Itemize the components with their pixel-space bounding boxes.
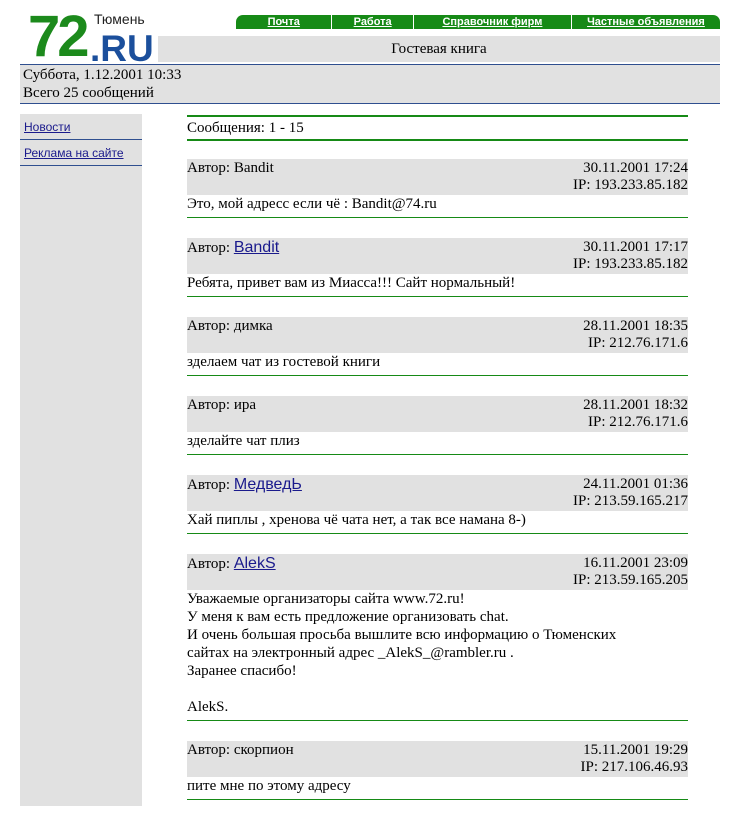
message-line [187, 680, 688, 698]
author-name: Bandit [233, 160, 274, 176]
message-header: Автор: AlekS 16.11.2001 23:09 IP: 213.59.1… [187, 554, 688, 590]
message-ip: IP: 193.233.85.182 [572, 177, 688, 193]
page-title-bar: Гостевая книга [158, 36, 720, 62]
author-link[interactable]: Bandit [234, 239, 279, 256]
author-prefix: Автор: [187, 742, 234, 758]
message-list: Автор: Bandit 30.11.2001 17:24 IP: 193.233… [187, 159, 688, 800]
message-ip: IP: 212.76.171.6 [587, 335, 688, 351]
message-date: 16.11.2001 23:09 [583, 555, 688, 571]
guestbook-message: Автор: скорпион 15.11.2001 19:29 IP: 217.1… [187, 741, 688, 800]
message-date: 30.11.2001 17:24 [583, 160, 688, 176]
nav-link-jobs[interactable]: Работа [331, 15, 413, 29]
sidebar-item-advertising: Реклама на сайте [20, 140, 142, 166]
nav-link-mail[interactable]: Почта [236, 15, 331, 29]
message-line: Заранее спасибо! [187, 663, 297, 679]
nav-link-companies[interactable]: Справочник фирм [412, 15, 571, 29]
message-header: Автор: скорпион 15.11.2001 19:29 IP: 217.1… [187, 741, 688, 777]
message-author: Автор: димка [187, 318, 273, 335]
author-name: скорпион [233, 742, 294, 758]
author-prefix: Автор: [187, 556, 234, 572]
message-header: Автор: ира 28.11.2001 18:32 IP: 212.76.171… [187, 396, 688, 432]
message-line: зделаем чат из гостевой книги [187, 354, 381, 370]
message-ip: IP: 217.106.46.93 [580, 759, 688, 775]
sidebar-link-news[interactable]: Новости [24, 120, 70, 134]
author-prefix: Автор: [187, 397, 234, 413]
message-date: 28.11.2001 18:35 [583, 318, 688, 334]
message-body: Это, мой адресс если чё : Bandit@74.ru [187, 195, 688, 218]
message-ip: IP: 193.233.85.182 [572, 256, 688, 272]
message-author: Автор: МедведЬ [187, 476, 302, 494]
logo-domain: .RU [90, 28, 154, 69]
author-link[interactable]: AlekS [234, 555, 276, 572]
message-line: Это, мой адресс если чё : Bandit@74.ru [187, 196, 437, 212]
nav-link-classifieds[interactable]: Частные объявления [570, 15, 720, 29]
sidebar: Новости Реклама на сайте [20, 114, 142, 806]
message-line: Ребята, привет вам из Миасса!!! Сайт нор… [187, 275, 516, 291]
message-date: 28.11.2001 18:32 [583, 397, 688, 413]
message-ip: IP: 212.76.171.6 [587, 414, 688, 430]
current-date: Суббота, 1.12.2001 10:33 [23, 67, 182, 83]
logo-city: Тюмень [94, 11, 145, 27]
guestbook-message: Автор: ира 28.11.2001 18:32 IP: 212.76.171… [187, 396, 688, 455]
message-line: И очень большая просьба вышлите всю инфо… [187, 627, 617, 643]
message-line: У меня к вам есть предложение организова… [187, 609, 509, 625]
logo-number: 72 [28, 4, 89, 69]
message-body: зделаем чат из гостевой книги [187, 353, 688, 376]
message-date: 30.11.2001 17:17 [583, 239, 688, 255]
message-author: Автор: Bandit [187, 239, 279, 257]
author-prefix: Автор: [187, 240, 234, 256]
message-line: AlekS. [187, 699, 229, 715]
sidebar-item-news: Новости [20, 114, 142, 140]
message-ip: IP: 213.59.165.205 [572, 572, 688, 588]
message-body: пите мне по этому адресу [187, 777, 688, 800]
author-name: димка [233, 318, 273, 334]
message-header: Автор: МедведЬ 24.11.2001 01:36 IP: 213.59… [187, 475, 688, 511]
messages-range-label: Сообщения: 1 - 15 [187, 120, 304, 136]
guestbook-message: Автор: МедведЬ 24.11.2001 01:36 IP: 213.59… [187, 475, 688, 534]
message-ip: IP: 213.59.165.217 [572, 493, 688, 509]
guestbook-message: Автор: димка 28.11.2001 18:35 IP: 212.76.1… [187, 317, 688, 376]
message-author: Автор: AlekS [187, 555, 276, 573]
message-author: Автор: Bandit [187, 160, 274, 177]
info-bar: Суббота, 1.12.2001 10:33 Всего 25 сообще… [20, 64, 720, 104]
sidebar-link-advertising[interactable]: Реклама на сайте [24, 146, 124, 160]
message-body: зделайте чат плиз [187, 432, 688, 455]
message-date: 15.11.2001 19:29 [583, 742, 688, 758]
message-header: Автор: Bandit 30.11.2001 17:24 IP: 193.233… [187, 159, 688, 195]
author-link[interactable]: МедведЬ [234, 476, 302, 493]
message-author: Автор: ира [187, 397, 256, 414]
message-author: Автор: скорпион [187, 742, 294, 759]
page-title: Гостевая книга [391, 40, 487, 57]
author-prefix: Автор: [187, 318, 234, 334]
message-line: зделайте чат плиз [187, 433, 300, 449]
author-name: ира [233, 397, 257, 413]
message-line: Хай пиплы , хренова чё чата нет, а так в… [187, 512, 526, 528]
author-prefix: Автор: [187, 477, 234, 493]
messages-range-header: Сообщения: 1 - 15 [187, 115, 688, 141]
message-body: Хай пиплы , хренова чё чата нет, а так в… [187, 511, 688, 534]
message-body: Ребята, привет вам из Миасса!!! Сайт нор… [187, 274, 688, 297]
message-line: пите мне по этому адресу [187, 778, 351, 794]
message-line: Уважаемые организаторы сайта www.72.ru! [187, 591, 465, 607]
message-body: Уважаемые организаторы сайта www.72.ru! У… [187, 590, 688, 721]
guestbook-content: Сообщения: 1 - 15 Автор: Bandit 30.11.200… [187, 115, 688, 820]
message-header: Автор: димка 28.11.2001 18:35 IP: 212.76.1… [187, 317, 688, 353]
guestbook-message: Автор: AlekS 16.11.2001 23:09 IP: 213.59.1… [187, 554, 688, 721]
top-navigation: Почта Работа Справочник фирм Частные объ… [236, 15, 720, 29]
message-header: Автор: Bandit 30.11.2001 17:17 IP: 193.233… [187, 238, 688, 274]
guestbook-message: Автор: Bandit 30.11.2001 17:24 IP: 193.233… [187, 159, 688, 218]
message-count: Всего 25 сообщений [23, 85, 154, 101]
guestbook-message: Автор: Bandit 30.11.2001 17:17 IP: 193.233… [187, 238, 688, 297]
author-prefix: Автор: [187, 160, 234, 176]
message-date: 24.11.2001 01:36 [583, 476, 688, 492]
site-logo[interactable]: 72 .RU Тюмень [28, 4, 168, 69]
message-line: сайтах на электронный адрес _AlekS_@ramb… [187, 645, 514, 661]
